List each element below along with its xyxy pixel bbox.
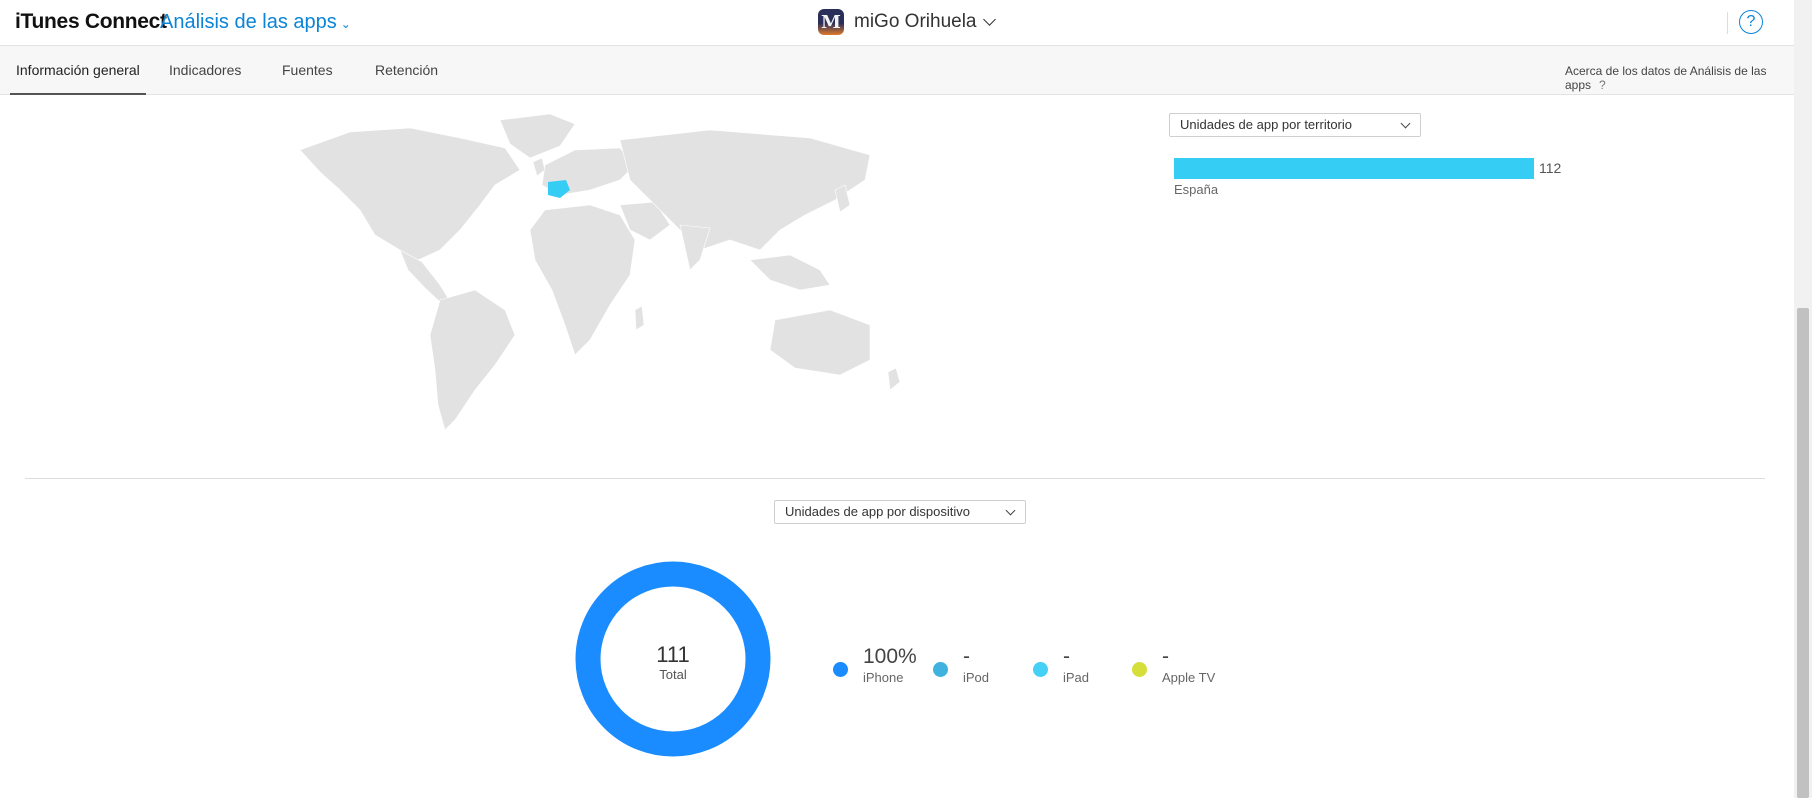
legend-label-iphone: iPhone: [863, 670, 904, 685]
app-switcher[interactable]: M miGo Orihuela: [818, 9, 996, 35]
section-tabs: Información general Indicadores Fuentes …: [0, 46, 1794, 95]
donut-total-label: Total: [659, 667, 687, 682]
legend-label-apple-tv: Apple TV: [1162, 670, 1216, 685]
header-divider: [1727, 12, 1728, 34]
brand-title: iTunes Connect: [15, 10, 167, 33]
device-metric-label: Unidades de app por dispositivo: [785, 504, 971, 519]
world-map: [299, 113, 901, 431]
chevron-down-icon: [1005, 505, 1016, 516]
map-region-south-america: [429, 289, 516, 431]
module-dropdown[interactable]: Análisis de las apps ⌄: [160, 11, 351, 34]
top-bar: iTunes Connect Análisis de las apps ⌄ M m…: [0, 0, 1794, 46]
territory-bar-chart: 112 España: [1174, 158, 1654, 198]
chevron-down-icon: [982, 13, 996, 26]
legend-dot-iphone: [833, 662, 848, 677]
legend-value-ipad: -: [1063, 645, 1070, 668]
legend-value-iphone: 100%: [863, 645, 917, 668]
map-region-africa: [529, 204, 636, 356]
map-region-central-america: [399, 249, 449, 303]
legend-label-ipod: iPod: [963, 670, 990, 685]
tab-informacion-general[interactable]: Información general: [10, 62, 146, 95]
territory-metric-select[interactable]: Unidades de app por territorio: [1169, 113, 1421, 137]
help-icon: ?: [1599, 78, 1606, 92]
chevron-down-icon: [1400, 118, 1411, 129]
territory-bar-label: España: [1174, 182, 1219, 197]
device-metric-select[interactable]: Unidades de app por dispositivo: [774, 500, 1026, 524]
legend-dot-ipad: [1033, 662, 1048, 677]
scrollbar-thumb[interactable]: [1797, 308, 1809, 798]
map-region-australia: [769, 309, 871, 376]
legend-dot-ipod: [933, 662, 948, 677]
tab-retencion[interactable]: Retención: [375, 62, 438, 94]
territory-bar-value: 112: [1539, 160, 1562, 176]
map-region-new-zealand: [887, 367, 901, 391]
map-region-spain: [548, 180, 570, 198]
about-data-link[interactable]: Acerca de los datos de Análisis de las a…: [1565, 64, 1794, 92]
map-region-north-america: [299, 127, 521, 261]
section-divider: [25, 478, 1765, 479]
donut-center: 111 Total: [574, 642, 772, 683]
territory-metric-label: Unidades de app por territorio: [1180, 117, 1352, 132]
territory-bar-espana: [1174, 158, 1534, 179]
module-label: Análisis de las apps: [160, 11, 337, 33]
legend-value-apple-tv: -: [1162, 645, 1169, 668]
legend-value-ipod: -: [963, 645, 970, 668]
donut-total-value: 111: [656, 642, 690, 667]
map-region-uk: [532, 157, 546, 177]
legend-dot-apple-tv: [1132, 662, 1147, 677]
map-region-southeast-asia: [749, 254, 831, 291]
tab-indicadores[interactable]: Indicadores: [169, 62, 241, 94]
legend-label-ipad: iPad: [1063, 670, 1090, 685]
about-data-label: Acerca de los datos de Análisis de las a…: [1565, 64, 1767, 92]
map-region-greenland: [499, 113, 576, 159]
tab-fuentes[interactable]: Fuentes: [282, 62, 333, 94]
app-name: miGo Orihuela: [854, 11, 977, 32]
help-icon[interactable]: ?: [1739, 10, 1763, 34]
chevron-down-icon: ⌄: [340, 17, 351, 31]
app-icon: M: [818, 9, 844, 35]
map-region-madagascar: [634, 305, 645, 331]
